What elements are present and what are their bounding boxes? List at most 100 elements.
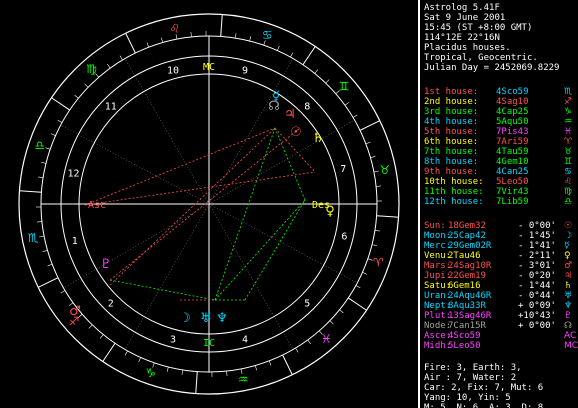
venus-glyph: ♀ <box>325 204 335 219</box>
saturn-glyph: ♄ <box>312 131 324 146</box>
planet-latitude: - 0°20' <box>518 271 556 281</box>
planet-row: Jupi: 22Gem19- 0°20' ♃ <box>424 271 578 281</box>
degree-tick <box>325 79 330 84</box>
house-cusp-value: 5Leo50 <box>496 177 529 187</box>
aspect-line <box>214 199 306 301</box>
leo-glyph: ♌ <box>564 177 573 187</box>
element-summary-line: Yang: 10, Yin: 5 <box>424 393 511 403</box>
cancer-glyph: ♋ <box>564 167 573 177</box>
neptune-glyph: ♆ <box>564 301 573 311</box>
pisces-glyph: ♓ <box>564 127 573 137</box>
house-cusp-value: 7Vir43 <box>496 187 529 197</box>
capricorn-glyph: ♑ <box>564 107 573 117</box>
planet-row: Venu: 2Tau46- 2°11' ♀ <box>424 251 578 261</box>
planet-row: Plut: 13Sag46R +10°43' ♇ <box>424 311 578 321</box>
degree-tick <box>41 161 47 164</box>
degree-tick <box>282 354 286 360</box>
mercury-glyph: ☿ <box>564 241 570 251</box>
zodiac-sign-glyph: ♎ <box>34 139 45 153</box>
libra-glyph: ♎ <box>564 197 573 207</box>
planet-position: 24Sag10R <box>448 261 492 271</box>
saturn-glyph: ♄ <box>564 281 573 291</box>
ascendant-glyph: AC <box>564 331 577 341</box>
planet-row: Node: 7Can15R + 0°00' ☊ <box>424 321 578 331</box>
degree-tick <box>373 170 379 173</box>
house-label: 4th house: <box>424 117 479 127</box>
degree-tick <box>365 141 371 145</box>
planet-row: Nept: 8Aqu33R + 0°09' ♆ <box>424 301 578 311</box>
degree-tick <box>370 156 376 158</box>
aspect-line <box>84 171 316 206</box>
house-cusp-value: 7Lib59 <box>496 197 529 207</box>
planet-position: 22Gem19 <box>448 271 486 281</box>
zodiac-sign-glyph: ♌ <box>169 21 180 35</box>
house-label: 8th house: <box>424 157 479 167</box>
degree-tick <box>99 334 104 339</box>
planet-position: 29Gem02R <box>448 241 492 251</box>
house-label: 2nd house: <box>424 97 479 107</box>
planet-position: 24Aqu46R <box>448 291 492 301</box>
house-number: 11 <box>105 102 117 113</box>
ascendant-label: Asc <box>88 200 106 211</box>
aries-glyph: ♈ <box>564 137 573 147</box>
node-glyph: ☊ <box>564 321 572 331</box>
planet-position: 13Sag46R <box>448 311 492 321</box>
house-number: 3 <box>170 334 176 345</box>
degree-tick <box>249 36 252 42</box>
house-cusp-line <box>208 119 355 205</box>
degree-tick <box>181 369 184 375</box>
header-line-4: Placidus houses. <box>424 43 511 53</box>
planet-position: 18Gem32 <box>448 221 486 231</box>
house-row: 1st house: 4Sco59 ♏ <box>424 87 578 97</box>
degree-tick <box>352 114 358 118</box>
taurus-glyph: ♉ <box>564 147 573 157</box>
planet-row: Uran: 24Aqu46R - 0°44' ♅ <box>424 291 578 301</box>
house-label: 10th house: <box>424 177 484 187</box>
degree-tick <box>138 357 141 363</box>
planet-position: 4Sco59 <box>448 331 481 341</box>
house-row: 10th house: 5Leo50 ♌ <box>424 177 578 187</box>
house-cusp-value: 4Tau59 <box>496 147 529 157</box>
house-row: 4th house: 5Aqu50 ♒ <box>424 117 578 127</box>
moon-glyph: ☽ <box>564 231 573 241</box>
house-cusp-value: 4Cap25 <box>496 107 529 117</box>
degree-tick <box>132 48 136 54</box>
header-line-0: Astrolog 5.41F <box>424 3 500 13</box>
house-label: 11th house: <box>424 187 484 197</box>
venus-glyph: ♀ <box>564 251 571 261</box>
aquarius-glyph: ♒ <box>564 117 573 127</box>
house-number: 2 <box>108 298 114 309</box>
midheaven-glyph: MC <box>564 341 578 351</box>
house-row: 6th house: 7Ari59 ♈ <box>424 137 578 147</box>
degree-tick <box>344 102 350 106</box>
jupiter-glyph: ♃ <box>284 107 296 122</box>
house-label: 9th house: <box>424 167 479 177</box>
planet-position: 25Cap42 <box>448 231 486 241</box>
degree-tick <box>74 94 79 99</box>
house-number: 1 <box>72 236 78 247</box>
house-row: 2nd house: 4Sag10 ♐ <box>424 97 578 107</box>
degree-tick <box>374 229 380 232</box>
scorpio-glyph: ♏ <box>564 87 573 97</box>
house-label: 5th house: <box>424 127 479 137</box>
planet-position: 2Tau46 <box>448 251 481 261</box>
house-label: 1st house: <box>424 87 479 97</box>
degree-tick <box>226 371 228 377</box>
uranus-glyph: ♅ <box>564 291 573 301</box>
house-label: 6th house: <box>424 137 479 147</box>
degree-tick <box>302 60 306 65</box>
planet-latitude: + 0°00' <box>518 321 556 331</box>
house-row: 11th house: 7Vir43 ♍ <box>424 187 578 197</box>
house-cusp-line <box>60 124 210 205</box>
aspect-line <box>244 199 306 301</box>
planet-latitude: - 1°45' <box>518 231 556 241</box>
house-row: 12th house: 7Lib59 ♎ <box>424 197 578 207</box>
imum-coeli-label: IC <box>203 338 215 349</box>
house-number: 7 <box>340 164 346 175</box>
planet-position: 5Leo50 <box>448 341 481 351</box>
degree-tick <box>295 347 299 353</box>
degree-tick <box>329 320 334 325</box>
pluto-glyph: ♇ <box>100 257 112 272</box>
header-line-2: 15:45 (ST +8:00 GMT) <box>424 23 533 33</box>
degree-tick <box>84 83 89 88</box>
